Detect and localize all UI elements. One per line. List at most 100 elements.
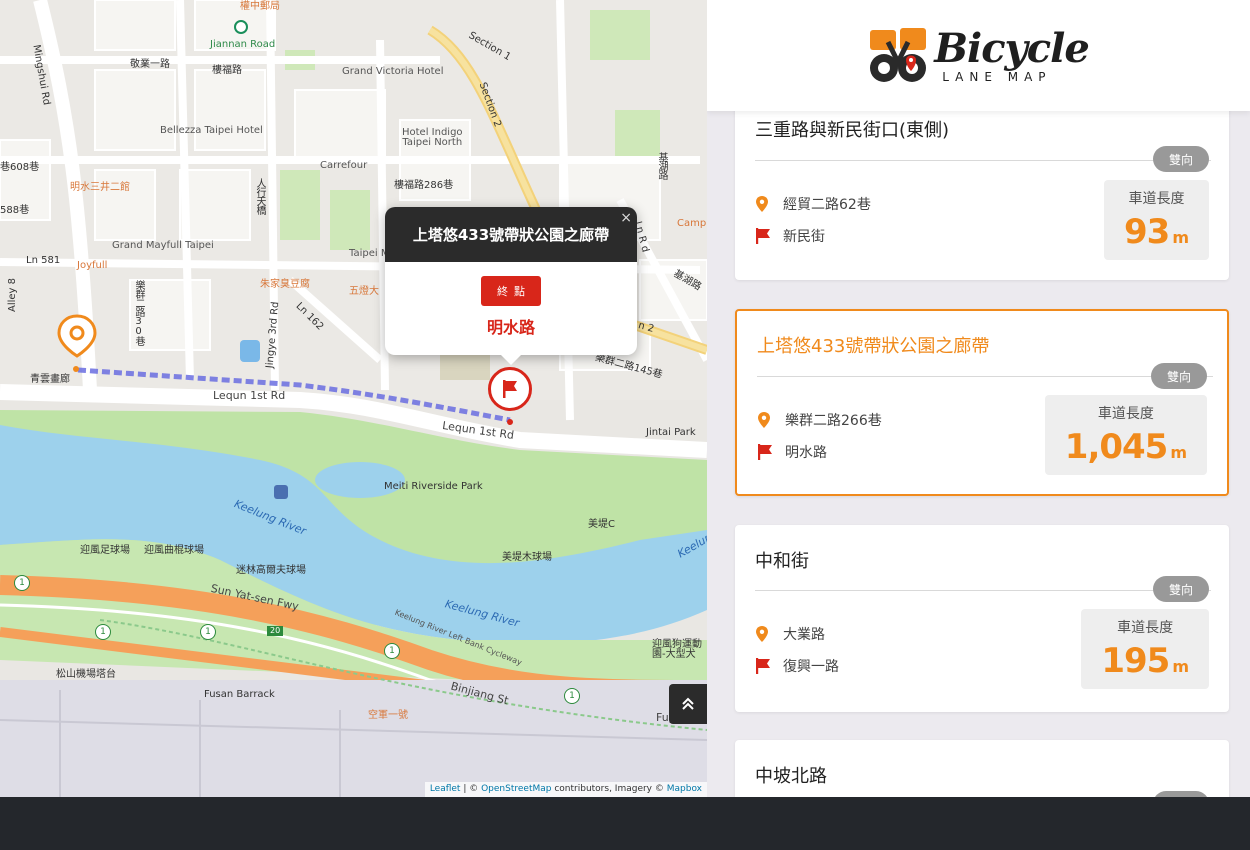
- card-title: 上塔悠433號帶狀公園之廊帶: [757, 336, 990, 357]
- route-start-dot: [73, 366, 79, 372]
- map-label-mingshui-sanjing: 明水三井二館: [70, 182, 130, 193]
- logo-bar: Bicycle LANE MAP: [707, 0, 1250, 111]
- osm-link[interactable]: OpenStreetMap: [481, 784, 551, 794]
- card-start-row: 經貿二路62巷: [755, 194, 871, 214]
- length-label: 車道長度: [1117, 620, 1174, 636]
- map-label-alley-8: Alley 8: [7, 277, 19, 313]
- end-flag-marker[interactable]: [488, 367, 532, 411]
- length-unit: m: [1170, 443, 1187, 462]
- card-end: 明水路: [785, 445, 827, 461]
- map-view[interactable]: 權中郵局 Jiannan Road Section 1 Section 2 Mi…: [0, 0, 707, 797]
- map-label-wuyi: 五燈大: [349, 286, 379, 297]
- map-popup: 上塔悠433號帶狀公園之廊帶 × 終點 明水路: [385, 207, 637, 365]
- map-label-fusan-barrack: Fusan Barrack: [204, 689, 275, 700]
- map-label-ln-608: 巷608巷: [0, 162, 40, 173]
- card-start: 經貿二路62巷: [783, 197, 871, 213]
- direction-badge: 雙向: [1153, 146, 1209, 172]
- map-label-kongjun: 空軍一號: [368, 710, 408, 721]
- card-end-row: 復興一路: [755, 656, 839, 676]
- length-value: 195: [1101, 641, 1170, 681]
- direction-badge: 雙向: [1151, 363, 1207, 389]
- popup-title: 上塔悠433號帶狀公園之廊帶: [385, 207, 637, 262]
- card-divider: [755, 590, 1211, 591]
- highway-shield-1: 1: [95, 624, 111, 640]
- map-label-dog-park: 迎風狗運動 園-大型犬: [652, 639, 702, 660]
- bus-stop-icon: [274, 485, 288, 499]
- flag-icon: [755, 226, 777, 246]
- card-end: 新民街: [783, 229, 825, 245]
- length-box: 車道長度 195 m: [1081, 609, 1209, 689]
- length-value: 93: [1124, 212, 1170, 252]
- location-pin-icon: [755, 194, 777, 214]
- map-label-yingfeng-hockey: 迎風曲棍球場: [144, 545, 204, 556]
- map-label-jintai-park: Jintai Park: [646, 427, 696, 438]
- lane-card-active[interactable]: 上塔悠433號帶狀公園之廊帶 雙向 樂群二路266巷 明水路 車道長度 1,04…: [735, 309, 1229, 496]
- map-label-carrefour: Carrefour: [320, 160, 368, 171]
- map-label-hotel-indigo: Hotel Indigo Taipei North: [402, 127, 463, 148]
- lane-card[interactable]: 中和街 雙向 大業路 復興一路 車道長度 195 m: [735, 525, 1229, 712]
- map-label-zhujia: 朱家臭豆腐: [260, 279, 310, 290]
- card-end-row: 新民街: [755, 226, 825, 246]
- logo[interactable]: Bicycle LANE MAP: [868, 24, 1090, 86]
- highway-shield-1e: 1: [384, 643, 400, 659]
- swimming-pool-icon: [240, 340, 260, 362]
- highway-shield-1b: 1: [200, 624, 216, 640]
- flag-icon: [757, 442, 779, 462]
- length-unit: m: [1172, 657, 1189, 676]
- card-start: 大業路: [783, 627, 825, 643]
- card-divider: [755, 160, 1211, 161]
- card-start: 樂群二路266巷: [785, 413, 882, 429]
- location-pin-icon: [755, 624, 777, 644]
- map-label-jihu-rd: 基湖路: [656, 152, 667, 179]
- card-end-row: 明水路: [757, 442, 827, 462]
- highway-shield-1c: 1: [14, 575, 30, 591]
- map-label-bellezza: Bellezza Taipei Hotel: [160, 125, 263, 136]
- map-label-grand-mayfull: Grand Mayfull Taipei: [112, 240, 214, 251]
- sidebar[interactable]: Bicycle LANE MAP 三重路與新民街口(東側) 雙向 經貿二路62巷…: [707, 0, 1250, 797]
- card-end: 復興一路: [783, 659, 839, 675]
- length-label: 車道長度: [1128, 191, 1185, 207]
- flag-icon: [503, 380, 517, 398]
- mapbox-link[interactable]: Mapbox: [667, 784, 702, 794]
- map-label-mini-golf: 迷林高爾夫球場: [236, 565, 306, 576]
- leaflet-link[interactable]: Leaflet: [430, 784, 461, 794]
- bottom-bar: [0, 797, 1250, 850]
- card-title: 中坡北路: [755, 766, 827, 787]
- popup-destination: 明水路: [486, 318, 535, 337]
- start-location-pin-icon[interactable]: [55, 314, 99, 358]
- popup-close-button[interactable]: ×: [620, 210, 632, 226]
- bicycle-logo-icon: [870, 27, 927, 82]
- card-title: 三重路與新民街口(東側): [755, 120, 950, 141]
- card-start-row: 大業路: [755, 624, 825, 644]
- popup-end-badge: 終點: [481, 276, 541, 306]
- length-box: 車道長度 93 m: [1104, 180, 1209, 260]
- map-label-songshan-tower: 松山機場塔台: [56, 669, 116, 680]
- map-label-ln-581: Ln 581: [26, 255, 61, 266]
- map-label-jingye-1st: 敬業一路: [130, 59, 170, 70]
- flag-icon: [755, 656, 777, 676]
- direction-badge: 雙向: [1153, 576, 1209, 602]
- scroll-to-top-button[interactable]: [669, 684, 707, 724]
- map-label-lequn-1st-a: Lequn 1st Rd: [213, 389, 286, 402]
- length-value: 1,045: [1064, 427, 1169, 467]
- map-label-lequn-2nd-30: 樂群二路30巷: [133, 280, 144, 345]
- logo-title: Bicycle: [934, 24, 1090, 72]
- card-start-row: 樂群二路266巷: [757, 410, 882, 430]
- lane-card[interactable]: 中坡北路: [735, 740, 1229, 797]
- map-attribution: Leaflet | © OpenStreetMap contributors, …: [424, 782, 707, 797]
- highway-shield-1d: 1: [564, 688, 580, 704]
- map-label-meti-c: 美堤C: [588, 519, 615, 530]
- map-label-jingfu-rd: 樓福路: [212, 65, 242, 76]
- attribution-mid: contributors, Imagery ©: [551, 784, 667, 794]
- length-box: 車道長度 1,045 m: [1044, 395, 1207, 475]
- map-label-ln-588: 588巷: [0, 205, 30, 216]
- popup-tip: [501, 355, 521, 365]
- length-unit: m: [1172, 228, 1189, 247]
- attribution-sep: | ©: [460, 784, 482, 794]
- map-label-joyfull: Joyfull: [77, 260, 108, 271]
- map-label-taipei-m: Taipei M: [349, 248, 390, 259]
- route-end-dot: [507, 419, 513, 425]
- double-chevron-up-icon: [682, 697, 694, 710]
- map-label-grand-victoria: Grand Victoria Hotel: [342, 66, 444, 77]
- logo-subtitle: LANE MAP: [942, 69, 1052, 84]
